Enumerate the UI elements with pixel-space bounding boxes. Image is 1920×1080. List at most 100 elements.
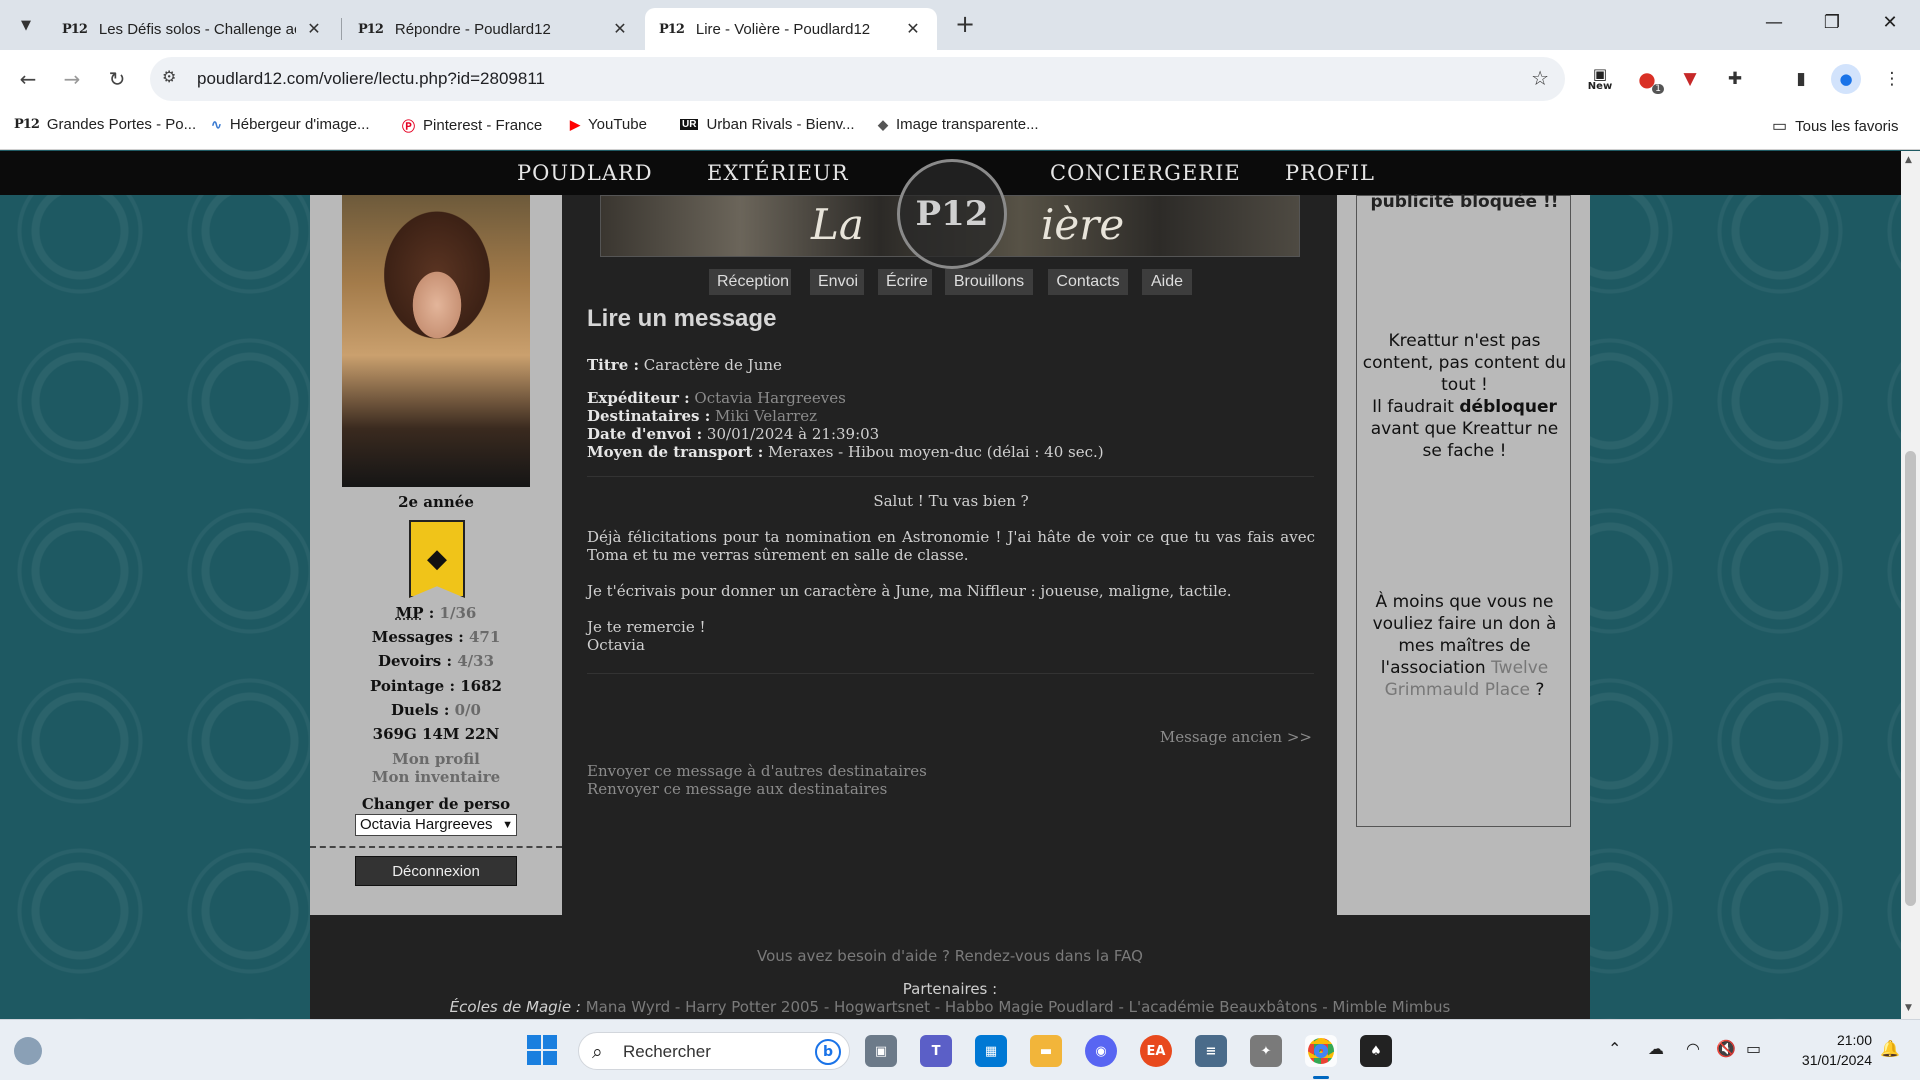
bookmark-grandes-portes[interactable]: P12 Grandes Portes - Po...	[14, 116, 196, 133]
close-icon[interactable]: ✕	[304, 19, 324, 39]
game-app-icon[interactable]: ✦	[1250, 1035, 1282, 1067]
bookmark-pinterest[interactable]: Ⓟ Pinterest - France	[402, 116, 542, 135]
subnav-brouillons[interactable]: Brouillons	[945, 269, 1033, 295]
chrome-icon[interactable]	[1305, 1035, 1337, 1067]
task-view-icon[interactable]: ▣	[865, 1035, 897, 1067]
stat-value[interactable]: 0/0	[455, 701, 481, 719]
tab-repondre[interactable]: P12 Répondre - Poudlard12 ✕	[344, 8, 644, 50]
divider	[310, 846, 562, 848]
forward-message-link[interactable]: Envoyer ce message à d'autres destinatai…	[587, 762, 927, 780]
store-icon[interactable]: ▦	[975, 1035, 1007, 1067]
ea-app-icon[interactable]: EA	[1140, 1035, 1172, 1067]
page-viewport: POUDLARD EXTÉRIEUR CONCIERGERIE PROFIL P…	[0, 151, 1901, 1019]
tab-search-dropdown-icon[interactable]: ▼	[11, 10, 41, 40]
profile-avatar-icon[interactable]: ●	[1831, 64, 1861, 94]
extension-new-label: New	[1587, 80, 1613, 92]
my-inventory-link[interactable]: Mon inventaire	[310, 768, 562, 786]
sender-link[interactable]: Octavia Hargreeves	[694, 389, 845, 407]
windows-start-icon[interactable]	[527, 1035, 557, 1065]
older-message-link[interactable]: Message ancien >>	[1160, 728, 1312, 746]
banner-text-left: La	[811, 200, 864, 249]
tab-lire-voliere[interactable]: P12 Lire - Volière - Poudlard12 ✕	[645, 8, 937, 50]
address-bar[interactable]: ⚙ poudlard12.com/voliere/lectu.php?id=28…	[150, 57, 1565, 101]
resend-message-link[interactable]: Renvoyer ce message aux destinataires	[587, 780, 887, 798]
site-info-icon[interactable]: ⚙	[162, 67, 176, 86]
extension-new-icon[interactable]: ▣ New	[1585, 64, 1615, 94]
url-text[interactable]: poudlard12.com/voliere/lectu.php?id=2809…	[197, 69, 545, 89]
new-tab-button[interactable]: +	[950, 10, 980, 40]
recipients-label: Destinataires :	[587, 407, 711, 425]
chevron-up-icon[interactable]: ⌃	[1608, 1039, 1621, 1058]
bookmark-star-icon[interactable]: ☆	[1531, 66, 1549, 90]
file-explorer-icon[interactable]: ▬	[1030, 1035, 1062, 1067]
adblock-notice: publicité bloquée !! Kreattur n'est pas …	[1356, 192, 1571, 827]
cards-app-icon[interactable]: ♠	[1360, 1035, 1392, 1067]
close-window-icon[interactable]: ✕	[1861, 0, 1919, 44]
bookmark-image-transparente[interactable]: ◆ Image transparente...	[878, 116, 1039, 133]
stat-label: Devoirs	[377, 652, 442, 670]
side-panel-icon[interactable]: ▮	[1786, 64, 1816, 94]
bookmark-youtube[interactable]: ▶ YouTube	[570, 116, 647, 133]
extensions-puzzle-icon[interactable]: ✚	[1720, 64, 1750, 94]
character-select[interactable]: Octavia Hargreeves ▼	[355, 814, 517, 836]
page-scrollbar[interactable]: ▲ ▼	[1901, 151, 1920, 1019]
schools-links[interactable]: Mana Wyrd - Harry Potter 2005 - Hogwarts…	[586, 998, 1451, 1016]
bing-icon[interactable]: b	[815, 1039, 841, 1065]
bookmark-urban-rivals[interactable]: UR Urban Rivals - Bienv...	[680, 116, 855, 133]
donation-end: ?	[1535, 680, 1545, 700]
logout-button[interactable]: Déconnexion	[355, 856, 517, 886]
subnav-envoi[interactable]: Envoi	[810, 269, 864, 295]
nav-poudlard[interactable]: POUDLARD	[517, 161, 653, 185]
back-icon[interactable]: ←	[13, 64, 43, 94]
tab-defis-solos[interactable]: P12 Les Défis solos - Challenge acce ✕	[48, 8, 338, 50]
partners-label: Partenaires :	[902, 980, 998, 998]
school-year: 2e année	[398, 493, 474, 511]
stat-devoirs: Devoirs : 4/33	[377, 652, 495, 670]
document-app-icon[interactable]: ≡	[1195, 1035, 1227, 1067]
stat-value[interactable]: 471	[469, 628, 500, 646]
system-clock[interactable]: 21:00 31/01/2024	[1772, 1030, 1872, 1070]
close-icon[interactable]: ✕	[610, 19, 630, 39]
subnav-aide[interactable]: Aide	[1142, 269, 1192, 295]
site-logo[interactable]: P12	[897, 159, 1007, 269]
menu-kebab-icon[interactable]: ⋮	[1877, 64, 1907, 94]
minimize-icon[interactable]: —	[1745, 0, 1803, 44]
forward-icon[interactable]: →	[57, 64, 87, 94]
bookmark-label: Image transparente...	[896, 116, 1039, 133]
onedrive-icon[interactable]: ☁	[1648, 1039, 1664, 1058]
all-bookmarks[interactable]: ▭ Tous les favoris	[1772, 116, 1899, 136]
message-signature: Octavia	[587, 636, 645, 654]
close-icon[interactable]: ✕	[903, 19, 923, 39]
recipient-link[interactable]: Miki Velarrez	[715, 407, 817, 425]
extension-adblock-icon[interactable]: ● 1	[1632, 64, 1664, 94]
wifi-icon[interactable]: ◠	[1686, 1039, 1700, 1058]
subnav-contacts[interactable]: Contacts	[1048, 269, 1128, 295]
my-profile-link[interactable]: Mon profil	[310, 750, 562, 768]
faq-link[interactable]: Vous avez besoin d'aide ? Rendez-vous da…	[310, 947, 1590, 965]
notification-bell-icon[interactable]: 🔔	[1880, 1039, 1900, 1058]
speaker-muted-icon[interactable]: 🔇	[1716, 1039, 1736, 1058]
nav-exterieur[interactable]: EXTÉRIEUR	[707, 161, 849, 185]
pinterest-icon: Ⓟ	[402, 119, 416, 134]
subnav-ecrire[interactable]: Écrire	[878, 269, 932, 295]
extension-shield-icon[interactable]: ▼	[1675, 64, 1705, 94]
bookmark-label: Pinterest - France	[423, 117, 543, 134]
scroll-down-icon[interactable]: ▼	[1905, 1003, 1912, 1013]
discord-icon[interactable]: ◉	[1085, 1035, 1117, 1067]
nav-conciergerie[interactable]: CONCIERGERIE	[1050, 161, 1241, 185]
restore-icon[interactable]: ❐	[1803, 0, 1861, 44]
stat-value[interactable]: 1/36	[440, 604, 477, 622]
stat-value[interactable]: 4/33	[457, 652, 494, 670]
weather-widget-icon[interactable]	[14, 1037, 42, 1065]
scroll-up-icon[interactable]: ▲	[1905, 155, 1912, 165]
taskbar-search[interactable]: ⌕ Rechercher b	[578, 1032, 850, 1070]
subnav-reception[interactable]: Réception	[709, 269, 791, 295]
teams-icon[interactable]: T	[920, 1035, 952, 1067]
scrollbar-thumb[interactable]	[1905, 451, 1916, 906]
bookmark-hebergeur[interactable]: ∿ Hébergeur d'image...	[211, 116, 370, 133]
nav-profil[interactable]: PROFIL	[1285, 161, 1375, 185]
tab-favicon: P12	[62, 21, 88, 37]
adblock-text: Il faudrait	[1372, 397, 1454, 417]
battery-icon[interactable]: ▭	[1746, 1039, 1761, 1058]
reload-icon[interactable]: ↻	[102, 64, 132, 94]
